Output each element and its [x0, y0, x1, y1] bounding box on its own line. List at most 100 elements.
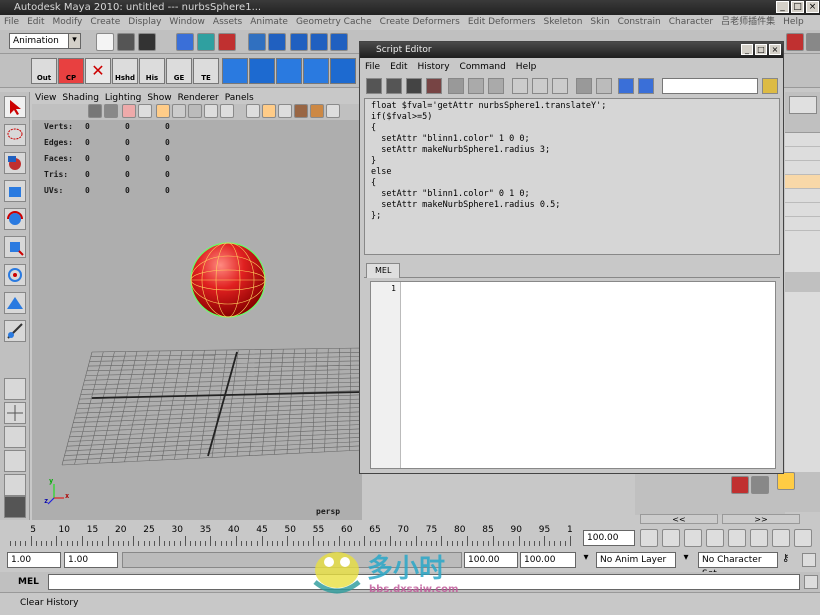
anim-layer-select[interactable]: No Anim Layer: [596, 552, 676, 568]
select-component-icon[interactable]: [218, 33, 236, 51]
camera-icon[interactable]: [88, 104, 102, 118]
maximize-button[interactable]: □: [755, 44, 767, 55]
page-prev-button[interactable]: <<: [640, 514, 718, 524]
snap-point-icon[interactable]: [290, 33, 308, 51]
range-bar[interactable]: [122, 552, 462, 568]
shelf-cylinder-icon[interactable]: [249, 58, 275, 84]
current-time-field[interactable]: 100.00: [583, 530, 635, 546]
show-input-icon[interactable]: [532, 78, 548, 94]
layout-hypershade-icon[interactable]: [4, 474, 26, 496]
character-set-select[interactable]: No Character Set: [698, 552, 778, 579]
scale-tool-icon[interactable]: [4, 236, 26, 258]
menu-edit-deformers[interactable]: Edit Deformers: [464, 15, 540, 30]
feather-icon[interactable]: [4, 496, 26, 518]
nurbs-sphere[interactable]: [190, 242, 266, 318]
panel-menu-view[interactable]: View: [32, 92, 59, 104]
lasso-tool-icon[interactable]: [4, 124, 26, 146]
shelf-button-ge[interactable]: GE: [166, 58, 192, 84]
menu-modify[interactable]: Modify: [49, 15, 87, 30]
command-input[interactable]: [48, 574, 800, 590]
lights-icon[interactable]: [204, 104, 218, 118]
layer-star-icon[interactable]: [777, 472, 795, 490]
clear-all-icon[interactable]: [488, 78, 504, 94]
shelf-cube-icon[interactable]: [222, 58, 248, 84]
xray-joint-icon[interactable]: [278, 104, 292, 118]
step-forward-key-icon[interactable]: [750, 529, 768, 547]
open-script-icon[interactable]: [366, 78, 382, 94]
execute-selected-icon[interactable]: [638, 78, 654, 94]
shelf-ladder-icon[interactable]: [330, 58, 356, 84]
menu-assets[interactable]: Assets: [209, 15, 246, 30]
preferences-icon[interactable]: [802, 553, 816, 567]
search-icon[interactable]: [762, 78, 778, 94]
step-back-icon[interactable]: [662, 529, 680, 547]
menu-create-deformers[interactable]: Create Deformers: [376, 15, 464, 30]
open-scene-icon[interactable]: [117, 33, 135, 51]
menu-constrain[interactable]: Constrain: [614, 15, 665, 30]
se-menu-file[interactable]: File: [360, 60, 385, 74]
menu-create[interactable]: Create: [86, 15, 124, 30]
select-hierarchy-icon[interactable]: [176, 33, 194, 51]
panel-menu-show[interactable]: Show: [144, 92, 174, 104]
playback-end-field[interactable]: 100.00: [464, 552, 518, 568]
page-next-button[interactable]: >>: [722, 514, 800, 524]
select-tool-icon[interactable]: [4, 96, 26, 118]
shelf-button-hshd[interactable]: Hshd: [112, 58, 138, 84]
shelf-torus-icon[interactable]: [303, 58, 329, 84]
snap-surface-icon[interactable]: [310, 33, 328, 51]
echo-commands-icon[interactable]: [576, 78, 592, 94]
field-chart-icon[interactable]: [326, 104, 340, 118]
smooth-shade-icon[interactable]: [172, 104, 186, 118]
panel-menu-renderer[interactable]: Renderer: [175, 92, 222, 104]
menu-geometry-cache[interactable]: Geometry Cache: [292, 15, 376, 30]
mode-selector[interactable]: Animation ▾: [9, 33, 81, 49]
menu-edit[interactable]: Edit: [23, 15, 48, 30]
source-script-icon[interactable]: [386, 78, 402, 94]
panel-menu-panels[interactable]: Panels: [222, 92, 257, 104]
new-layer-icon[interactable]: [731, 476, 749, 494]
shelf-button-uv[interactable]: ✕: [85, 58, 111, 84]
ipr-icon[interactable]: [806, 33, 820, 51]
time-ruler[interactable]: 5 10 15 20 25 30 35 40 45 50 55 60 65 70 75 80 85 90 95 1: [10, 524, 580, 548]
layout-single-icon[interactable]: [4, 378, 26, 400]
render-icon[interactable]: [786, 33, 804, 51]
layout-persp-graph-icon[interactable]: [4, 450, 26, 472]
select-object-icon[interactable]: [197, 33, 215, 51]
grid-toggle-icon[interactable]: [138, 104, 152, 118]
wireframe-icon[interactable]: [156, 104, 170, 118]
menu-skin[interactable]: Skin: [586, 15, 613, 30]
shelf-button-te[interactable]: TE: [193, 58, 219, 84]
layout-four-icon[interactable]: [4, 402, 26, 424]
snap-grid-icon[interactable]: [248, 33, 266, 51]
execute-all-icon[interactable]: [618, 78, 634, 94]
film-gate-icon[interactable]: [310, 104, 324, 118]
close-button[interactable]: ×: [806, 1, 819, 13]
minimize-button[interactable]: _: [776, 1, 789, 13]
se-menu-command[interactable]: Command: [455, 60, 511, 74]
texture-icon[interactable]: [188, 104, 202, 118]
perspective-viewport[interactable]: Verts: Edges: Faces: Tris: UVs: 0 0 0 0 …: [32, 120, 362, 520]
panel-menu-shading[interactable]: Shading: [59, 92, 102, 104]
panel-menu-lighting[interactable]: Lighting: [102, 92, 144, 104]
manipulator-icon[interactable]: [4, 264, 26, 286]
panel-toggle-icon[interactable]: [789, 96, 817, 114]
se-menu-edit[interactable]: Edit: [385, 60, 412, 74]
menu-character[interactable]: Character: [665, 15, 717, 30]
save-script-icon[interactable]: [406, 78, 422, 94]
script-editor-icon[interactable]: [804, 575, 818, 589]
script-input-pane[interactable]: 1: [370, 281, 776, 469]
menu-window[interactable]: Window: [165, 15, 209, 30]
clear-history-icon[interactable]: [448, 78, 464, 94]
save-to-shelf-icon[interactable]: [426, 78, 442, 94]
close-button[interactable]: ×: [769, 44, 781, 55]
paint-select-icon[interactable]: [4, 152, 26, 174]
history-pane[interactable]: float $fval='getAttr nurbsSphere1.transl…: [364, 98, 780, 255]
minimize-button[interactable]: _: [741, 44, 753, 55]
search-input[interactable]: [662, 78, 758, 94]
command-language-label[interactable]: MEL: [10, 575, 46, 590]
last-tool-icon[interactable]: [4, 320, 26, 342]
clear-input-icon[interactable]: [468, 78, 484, 94]
line-numbers-icon[interactable]: [596, 78, 612, 94]
shelf-button-out[interactable]: Out: [31, 58, 57, 84]
playback-start-field[interactable]: 1.00: [64, 552, 118, 568]
